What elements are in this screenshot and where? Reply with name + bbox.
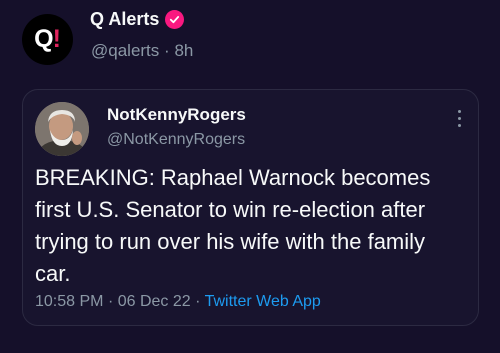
separator: · — [195, 293, 201, 310]
separator: · — [107, 293, 114, 310]
quoted-tweet-card[interactable]: NotKennyRogers @NotKennyRogers BREAKING:… — [22, 89, 479, 326]
quoted-author-handle[interactable]: @NotKennyRogers — [107, 131, 245, 149]
author-name-row: Q Alerts — [90, 9, 185, 30]
author-handle-row: @qalerts · 8h — [91, 41, 193, 61]
quoted-tweet-metadata: 10:58 PM · 06 Dec 22 · Twitter Web App — [35, 293, 321, 311]
avatar-letter: Q — [34, 25, 53, 53]
tweet-time-ago[interactable]: 8h — [174, 41, 193, 60]
tweet-time[interactable]: 10:58 PM — [35, 293, 103, 310]
author-handle[interactable]: @qalerts — [91, 41, 159, 60]
avatar[interactable]: Q! — [22, 14, 73, 65]
tweet-source-link[interactable]: Twitter Web App — [205, 293, 321, 310]
quoted-author-display-name[interactable]: NotKennyRogers — [107, 105, 246, 125]
quoted-author-avatar[interactable] — [35, 102, 89, 156]
more-options-icon[interactable] — [458, 110, 462, 128]
tweet-date[interactable]: 06 Dec 22 — [118, 293, 191, 310]
author-display-name[interactable]: Q Alerts — [90, 9, 159, 30]
avatar-mark: ! — [52, 25, 61, 53]
separator: · — [164, 41, 170, 60]
verified-badge-icon — [165, 10, 185, 29]
quoted-tweet-text: BREAKING: Raphael Warnock becomes first … — [35, 165, 431, 286]
